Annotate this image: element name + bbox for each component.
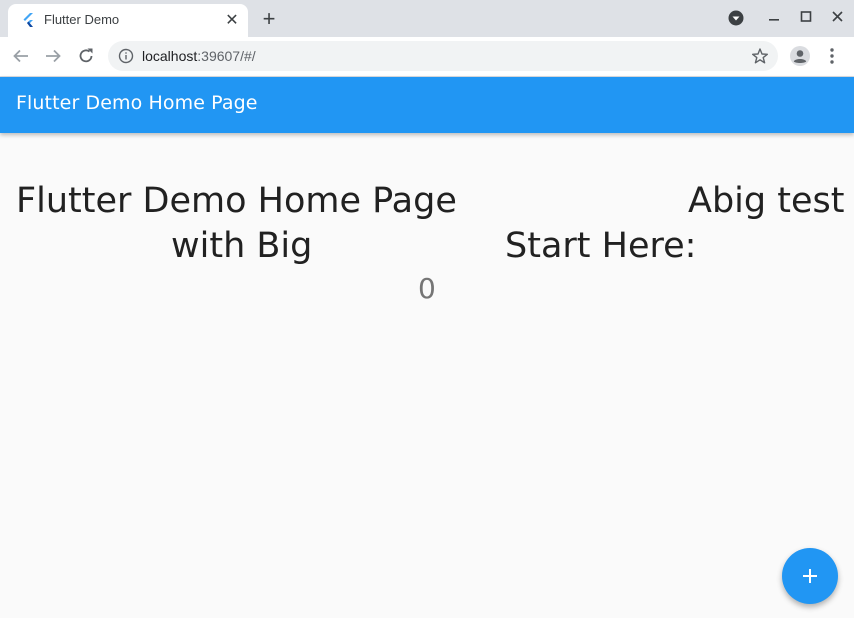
new-tab-button[interactable]: + [259,8,279,30]
minimize-icon[interactable] [765,9,783,27]
forward-arrow-icon[interactable] [43,46,63,66]
tab-title: Flutter Demo [44,12,120,27]
url-text[interactable]: localhost:39607/#/ [142,48,256,64]
headline-line2-right: Start Here: [505,226,697,266]
increment-fab-button[interactable] [782,548,838,604]
profile-avatar-icon[interactable] [789,45,811,67]
reload-icon[interactable] [76,46,96,66]
tab-search-icon[interactable] [727,9,745,27]
url-path: :39607/#/ [197,48,256,64]
url-host: localhost [142,48,198,64]
headline-line1-right: Abig test [688,181,845,221]
close-window-icon[interactable] [829,9,847,27]
counter-value: 0 [418,272,436,305]
tab-flutter-demo[interactable]: Flutter Demo ✕ [8,4,248,37]
info-icon[interactable] [118,48,134,64]
flutter-logo-icon [23,13,33,27]
add-icon [803,569,817,583]
browser-window: Flutter Demo ✕ + localhost:39607/#/ Flut… [0,0,854,618]
tab-close-icon[interactable]: ✕ [224,12,240,28]
address-bar[interactable]: localhost:39607/#/ [108,41,778,71]
maximize-icon[interactable] [797,9,815,27]
app-bar: Flutter Demo Home Page [0,77,854,133]
headline-line2-left: with Big [171,226,313,266]
browser-toolbar: localhost:39607/#/ [0,37,854,77]
bookmark-star-icon[interactable] [751,47,769,65]
back-arrow-icon[interactable] [11,46,31,66]
app-bar-title: Flutter Demo Home Page [16,92,258,114]
headline-line1-left: Flutter Demo Home Page [16,181,457,221]
kebab-menu-icon[interactable] [823,46,841,66]
tab-strip: Flutter Demo ✕ + [0,0,854,37]
